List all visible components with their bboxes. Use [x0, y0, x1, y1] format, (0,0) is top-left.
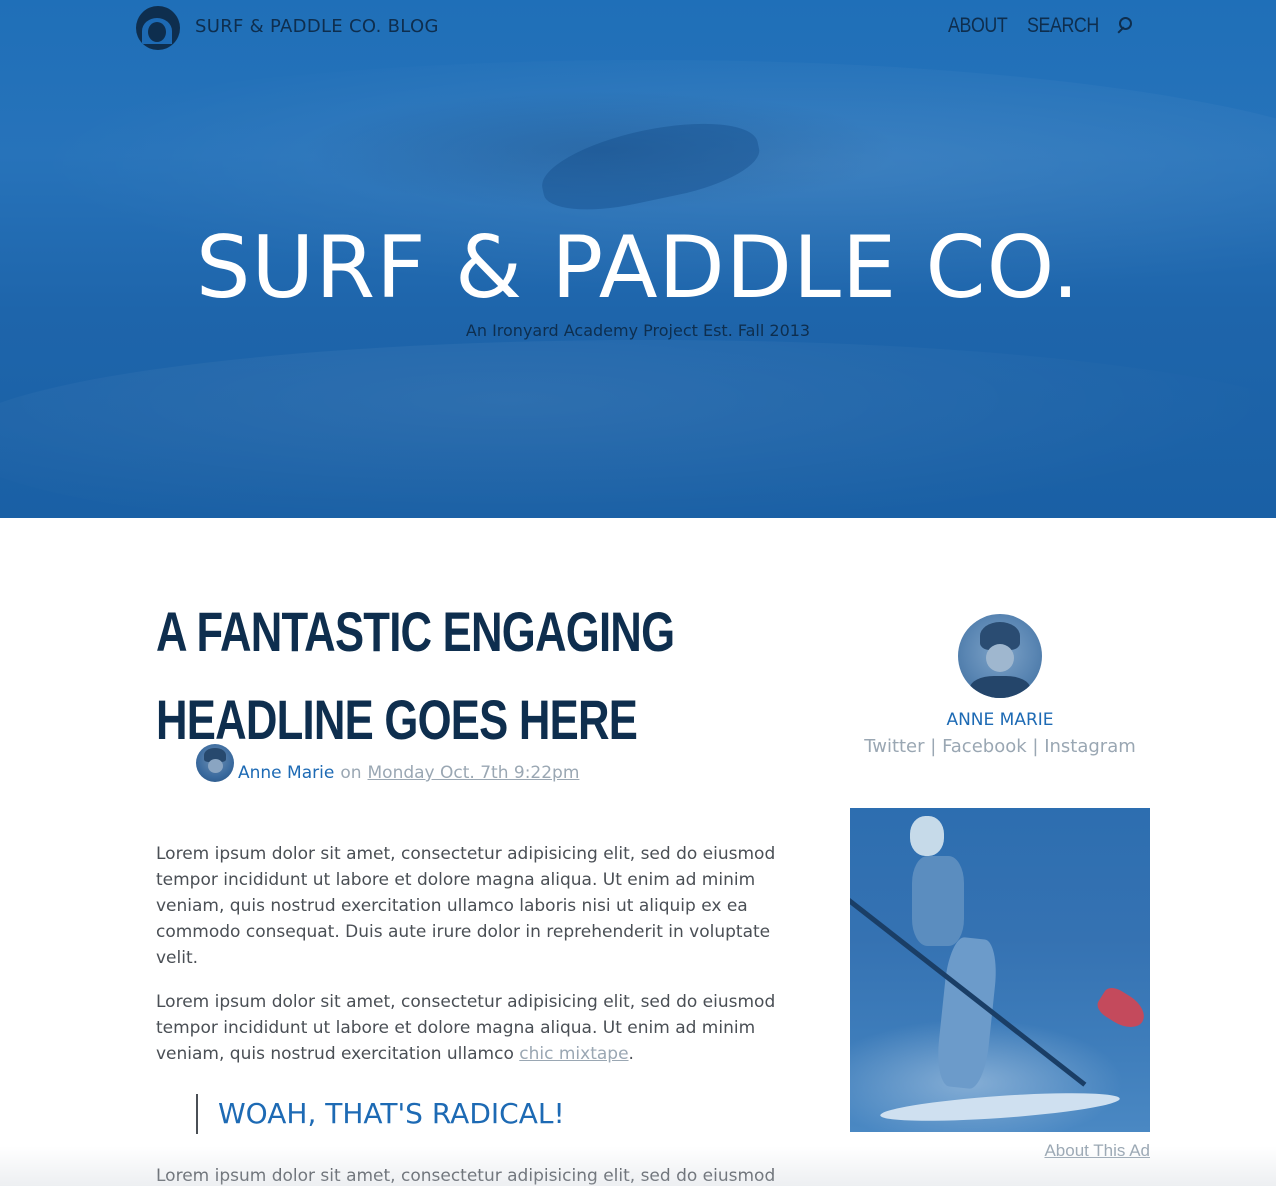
hero-title: SURF & PADDLE CO. — [195, 218, 1081, 318]
paragraph-2-text: Lorem ipsum dolor sit amet, consectetur … — [156, 992, 776, 1064]
hero-wave-texture — [0, 340, 1276, 518]
pull-quote: WOAH, THAT'S RADICAL! — [196, 1094, 565, 1134]
article-byline: Anne Marie on Monday Oct. 7th 9:22pm — [196, 744, 580, 783]
post-date-link[interactable]: Monday Oct. 7th 9:22pm — [368, 763, 580, 783]
byline-on-text: on — [340, 763, 362, 783]
social-links: Twitter | Facebook | Instagram — [850, 736, 1150, 757]
wave-logo-icon[interactable] — [136, 6, 180, 50]
chic-mixtape-link[interactable]: chic mixtape — [519, 1044, 628, 1064]
author-avatar[interactable] — [196, 744, 234, 782]
article-headline: A FANTASTIC ENGAGING HEADLINE GOES HERE — [156, 588, 675, 764]
author-profile-avatar[interactable] — [958, 614, 1042, 698]
paragraph-2-period: . — [628, 1044, 634, 1064]
author-link[interactable]: Anne Marie — [238, 763, 334, 783]
top-nav: ABOUT SEARCH — [948, 14, 1132, 38]
search-icon[interactable] — [1114, 17, 1132, 35]
about-this-ad-link[interactable]: About This Ad — [850, 1141, 1150, 1161]
facebook-link[interactable]: Facebook — [942, 736, 1027, 757]
sidebar-author-name[interactable]: ANNE MARIE — [850, 710, 1150, 730]
site-brand[interactable]: SURF & PADDLE CO. BLOG — [195, 16, 439, 37]
article-paragraph-1: Lorem ipsum dolor sit amet, consectetur … — [156, 844, 776, 968]
headline-line-1: A FANTASTIC ENGAGING — [156, 600, 675, 663]
nav-search-link[interactable]: SEARCH — [1027, 14, 1099, 38]
separator: | — [1032, 736, 1039, 757]
article-paragraph-2: Lorem ipsum dolor sit amet, consectetur … — [156, 989, 776, 1067]
instagram-link[interactable]: Instagram — [1044, 736, 1136, 757]
nav-about-link[interactable]: ABOUT — [948, 14, 1008, 38]
twitter-link[interactable]: Twitter — [864, 736, 924, 757]
separator: | — [930, 736, 937, 757]
hero-banner: SURF & PADDLE CO. BLOG ABOUT SEARCH SURF… — [0, 0, 1276, 518]
ad-image-paddleboarder[interactable] — [850, 808, 1150, 1132]
hero-subtitle: An Ironyard Academy Project Est. Fall 20… — [465, 321, 811, 340]
article-paragraph-3: Lorem ipsum dolor sit amet, consectetur … — [156, 1166, 776, 1186]
